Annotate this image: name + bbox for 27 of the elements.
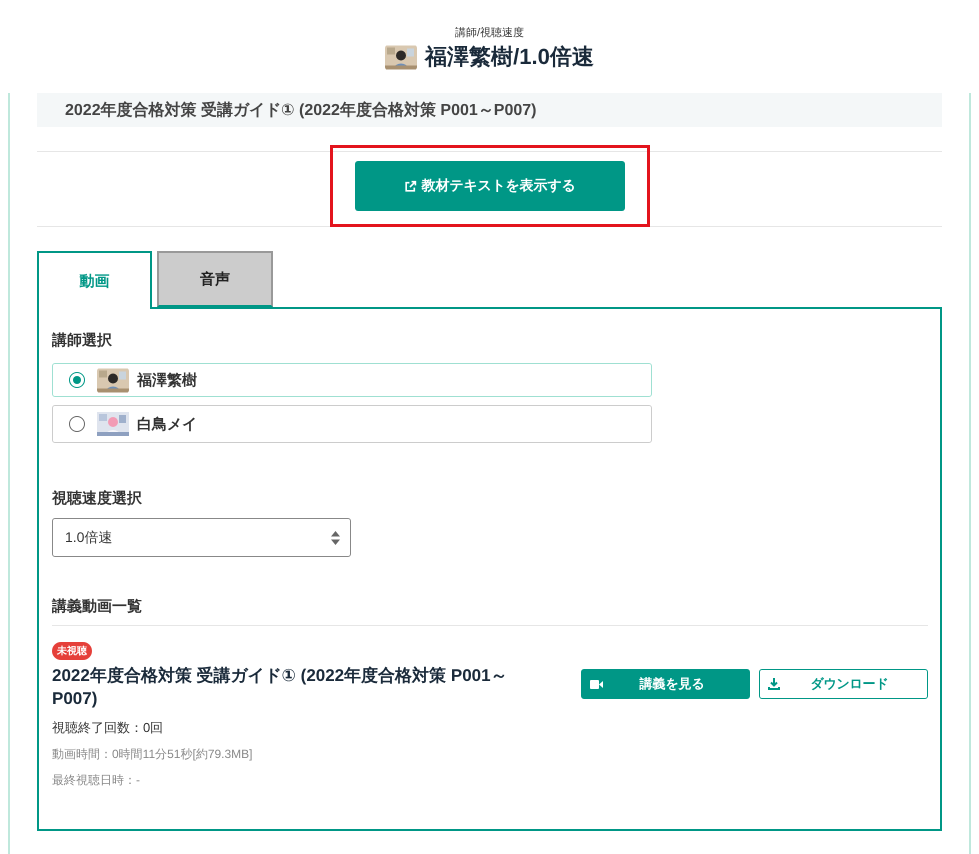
download-icon — [768, 678, 780, 690]
tab[interactable]: 音声 — [157, 251, 273, 307]
section-heading: 講師選択 — [52, 331, 113, 350]
play-count: 視聴終了回数：0回 — [52, 719, 164, 737]
external-link-icon — [404, 180, 416, 192]
radio-button[interactable] — [69, 372, 85, 388]
sort-arrows-icon — [331, 530, 340, 544]
video-camera-icon — [590, 680, 603, 688]
status-badge: 未視聴 — [52, 642, 92, 660]
section-heading: 講義動画一覧 — [52, 597, 143, 616]
lesson-title: 2022年度合格対策 受講ガイド① (2022年度合格対策 P001～P007) — [37, 93, 942, 127]
last-viewed: 最終視聴日時：- — [52, 772, 141, 789]
header-caption: 講師/視聴速度 — [454, 26, 524, 40]
tab[interactable]: 動画 — [37, 251, 152, 309]
page-title: 福澤繁樹/1.0倍速 — [425, 43, 594, 71]
video-title: 2022年度合格対策 受講ガイド① (2022年度合格対策 P001～P007) — [52, 665, 509, 710]
section-heading: 視聴速度選択 — [52, 489, 143, 508]
teacher-option[interactable]: 白鳥メイ — [52, 405, 652, 443]
text-button[interactable]: 教材テキストを表示する — [354, 161, 624, 211]
teacher-name: 白鳥メイ — [137, 414, 197, 434]
video-duration: 動画時間：0時間11分51秒[約79.3MB] — [52, 746, 254, 763]
radio-button[interactable] — [69, 416, 85, 432]
teacher-name: 福澤繁樹 — [137, 370, 197, 390]
download-button[interactable]: ダウンロード — [759, 669, 928, 699]
teacher-option[interactable]: 福澤繁樹 — [52, 363, 652, 397]
speed-select[interactable]: 1.0倍速 — [52, 518, 351, 557]
watch-button[interactable]: 講義を見る — [581, 669, 750, 699]
